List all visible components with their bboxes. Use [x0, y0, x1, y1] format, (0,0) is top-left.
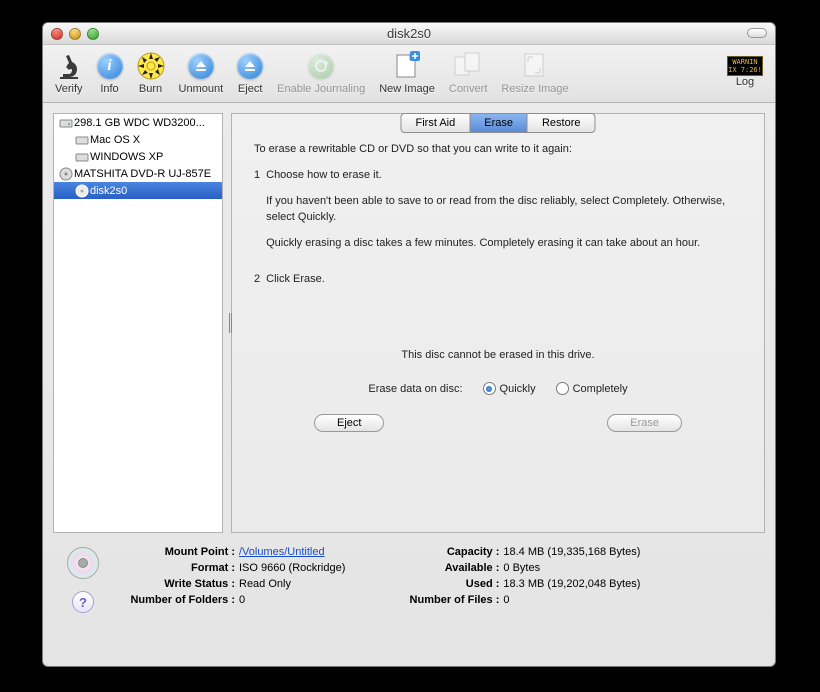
radio-quickly[interactable]: Quickly — [483, 382, 536, 398]
toolbar-toggle-button[interactable] — [747, 28, 767, 38]
resize-handle[interactable] — [229, 313, 235, 333]
new-image-icon — [392, 49, 422, 83]
eject-disc-button[interactable]: Eject — [314, 414, 384, 432]
tree-row-macosx[interactable]: Mac OS X — [54, 131, 222, 148]
enable-journaling-button: Enable Journaling — [271, 49, 371, 95]
optical-drive-icon — [58, 167, 74, 181]
tab-first-aid[interactable]: First Aid — [400, 113, 470, 133]
verify-button[interactable]: Verify — [49, 49, 89, 95]
disk-utility-window: disk2s0 Verify i Info Burn — [42, 22, 776, 667]
disk-tree[interactable]: 298.1 GB WDC WD3200... Mac OS X WINDOWS … — [53, 113, 223, 533]
erase-instructions: To erase a rewritable CD or DVD so that … — [232, 114, 764, 432]
new-image-button[interactable]: New Image — [373, 49, 441, 95]
eject-icon — [237, 49, 263, 83]
log-button[interactable]: WARNIN IX 7:26! Log — [721, 49, 769, 88]
cannot-erase-warning: This disc cannot be erased in this drive… — [254, 348, 742, 364]
tree-row-hdd[interactable]: 298.1 GB WDC WD3200... — [54, 114, 222, 131]
tree-row-dvd-drive[interactable]: MATSHITA DVD-R UJ-857E — [54, 165, 222, 182]
radio-completely[interactable]: Completely — [556, 382, 628, 398]
hdd-icon — [58, 117, 74, 129]
disc-icon — [74, 184, 90, 198]
hdd-icon — [74, 134, 90, 146]
burn-icon — [137, 49, 165, 83]
help-button[interactable]: ? — [72, 591, 94, 613]
window-title: disk2s0 — [43, 26, 775, 41]
unmount-button[interactable]: Unmount — [173, 49, 230, 95]
info-icon: i — [97, 49, 123, 83]
tab-restore[interactable]: Restore — [528, 113, 596, 133]
tree-row-windowsxp[interactable]: WINDOWS XP — [54, 148, 222, 165]
resize-image-button: Resize Image — [495, 49, 574, 95]
microscope-icon — [57, 49, 81, 83]
toolbar: Verify i Info Burn Unmount — [43, 45, 775, 103]
disk-info-footer: ? Mount Point :/Volumes/Untitled Format … — [43, 533, 775, 623]
main-panel: First Aid Erase Restore To erase a rewri… — [231, 113, 765, 533]
convert-button: Convert — [443, 49, 494, 95]
log-icon: WARNIN IX 7:26! — [727, 56, 763, 76]
tree-row-disk2s0[interactable]: disk2s0 — [54, 182, 222, 199]
tab-erase[interactable]: Erase — [470, 113, 528, 133]
hdd-icon — [74, 151, 90, 163]
journaling-icon — [308, 49, 334, 83]
erase-disc-button: Erase — [607, 414, 682, 432]
unmount-icon — [188, 49, 214, 83]
burn-button[interactable]: Burn — [131, 49, 171, 95]
tab-bar: First Aid Erase Restore — [400, 113, 595, 133]
info-button[interactable]: i Info — [91, 49, 129, 95]
resize-image-icon — [522, 49, 548, 83]
mount-point-link[interactable]: /Volumes/Untitled — [239, 545, 325, 561]
eject-button[interactable]: Eject — [231, 49, 269, 95]
large-disc-icon — [67, 547, 99, 579]
titlebar: disk2s0 — [43, 23, 775, 45]
convert-icon — [453, 49, 483, 83]
